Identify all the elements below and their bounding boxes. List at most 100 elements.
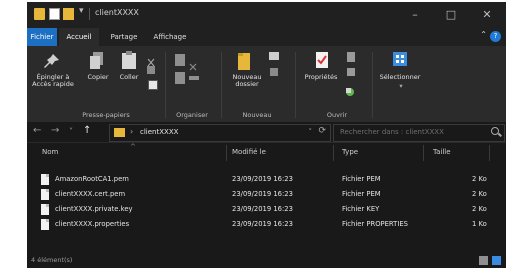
tab-home[interactable]: Accueil (59, 28, 99, 48)
tab-share[interactable]: Partage (103, 28, 145, 46)
group-separator (295, 52, 296, 118)
breadcrumb-current[interactable]: clientXXXX (140, 128, 178, 136)
pin-quick-access-button[interactable]: Épingler à Accès rapide (29, 74, 77, 88)
item-count: 4 élément(s) (31, 256, 73, 264)
explorer-window: ▾ clientXXXX – □ ✕ Fichier Accueil Parta… (27, 2, 506, 268)
easy-access-icon[interactable] (270, 68, 278, 76)
file-size: 1 Ko (472, 220, 487, 228)
column-header-type[interactable]: Type (342, 148, 358, 156)
paste-shortcut-icon[interactable] (148, 80, 158, 90)
customize-quick-access-icon[interactable]: ▾ (79, 6, 84, 16)
properties-icon (314, 51, 330, 71)
recent-locations-icon[interactable]: ˅ (69, 127, 73, 136)
rename-icon[interactable] (189, 76, 199, 80)
group-separator (221, 52, 222, 118)
new-item-icon[interactable] (269, 52, 279, 60)
group-separator (165, 52, 166, 118)
collapse-ribbon-icon[interactable]: ⌃ (480, 30, 487, 39)
new-folder-quick-icon[interactable] (63, 8, 74, 20)
new-folder-button[interactable]: Nouveau dossier (227, 74, 267, 88)
pin-label-line2: Accès rapide (32, 80, 74, 88)
tab-file[interactable]: Fichier (27, 28, 57, 46)
properties-quick-icon[interactable] (49, 8, 60, 20)
search-box[interactable]: Rechercher dans : clientXXXX (333, 124, 505, 142)
delete-icon[interactable] (189, 56, 197, 71)
file-size: 2 Ko (472, 205, 487, 213)
large-icons-view-icon[interactable] (492, 256, 501, 265)
file-name[interactable]: clientXXXX.private.key (55, 205, 133, 213)
column-separator[interactable] (333, 145, 334, 161)
folder-icon (114, 128, 125, 137)
maximize-button[interactable]: □ (433, 4, 469, 26)
file-modified: 23/09/2019 16:23 (232, 220, 293, 228)
open-icon[interactable] (347, 52, 355, 62)
minimize-button[interactable]: – (397, 4, 433, 26)
file-icon (41, 189, 49, 200)
help-icon[interactable]: ? (490, 31, 501, 42)
copy-button[interactable]: Copier (83, 74, 113, 81)
group-organize-label: Organiser (176, 111, 208, 119)
file-size: 2 Ko (472, 175, 487, 183)
cut-icon[interactable] (147, 52, 155, 67)
details-view-icon[interactable] (479, 256, 488, 265)
file-modified: 23/09/2019 16:23 (232, 175, 293, 183)
edit-icon[interactable] (347, 68, 355, 76)
column-header-size[interactable]: Taille (433, 148, 451, 156)
column-header-name[interactable]: Nom (42, 148, 58, 156)
group-clipboard-label: Presse-papiers (82, 111, 130, 119)
window-title: clientXXXX (95, 8, 139, 17)
folder-icon (34, 8, 45, 20)
paste-button[interactable]: Coller (115, 74, 143, 81)
ribbon-tabs: Fichier Accueil Partage Affichage ⌃ ? (27, 28, 506, 48)
properties-button[interactable]: Propriétés (299, 74, 343, 81)
file-row[interactable]: clientXXXX.properties 23/09/2019 16:23 F… (27, 218, 506, 232)
column-separator[interactable] (423, 145, 424, 161)
address-bar[interactable]: › clientXXXX ˅ ⟳ (109, 124, 331, 142)
navigation-bar: ← → ˅ ↑ › clientXXXX ˅ ⟳ Rechercher dans… (27, 122, 506, 143)
file-name[interactable]: clientXXXX.cert.pem (55, 190, 125, 198)
file-icon (41, 219, 49, 230)
column-separator[interactable] (226, 145, 227, 161)
forward-arrow-icon[interactable]: → (51, 125, 59, 136)
new-folder-label-line2: dossier (235, 80, 259, 88)
file-modified: 23/09/2019 16:23 (232, 190, 293, 198)
close-button[interactable]: ✕ (469, 4, 505, 26)
file-modified: 23/09/2019 16:23 (232, 205, 293, 213)
search-icon[interactable] (491, 127, 499, 135)
column-header-modified[interactable]: Modifié le (232, 148, 266, 156)
title-bar: ▾ clientXXXX – □ ✕ (27, 2, 506, 28)
back-arrow-icon[interactable]: ← (33, 125, 41, 136)
refresh-icon[interactable]: ⟳ (318, 126, 326, 136)
move-to-icon[interactable] (175, 54, 185, 66)
group-open-label: Ouvrir (326, 111, 348, 119)
sort-caret-icon: ^ (130, 143, 136, 151)
file-row[interactable]: clientXXXX.cert.pem 23/09/2019 16:23 Fic… (27, 188, 506, 202)
file-type: Fichier KEY (342, 205, 380, 213)
search-input[interactable]: Rechercher dans : clientXXXX (340, 128, 444, 136)
breadcrumb-chevron-icon[interactable]: › (130, 127, 133, 136)
ribbon-home: Épingler à Accès rapide Copier Coller Pr… (27, 46, 506, 122)
file-type: Fichier PEM (342, 190, 381, 198)
file-row[interactable]: AmazonRootCA1.pem 23/09/2019 16:23 Fichi… (27, 173, 506, 187)
select-icon (393, 51, 407, 66)
up-arrow-icon[interactable]: ↑ (83, 125, 91, 136)
select-button[interactable]: Sélectionner (373, 74, 427, 81)
status-bar: 4 élément(s) (27, 254, 506, 268)
pin-icon (43, 52, 61, 70)
address-history-dropdown-icon[interactable]: ˅ (309, 128, 313, 136)
paste-icon (121, 50, 137, 70)
file-name[interactable]: clientXXXX.properties (55, 220, 129, 228)
copy-path-icon[interactable] (147, 66, 155, 74)
copy-to-icon[interactable] (175, 72, 185, 84)
file-name[interactable]: AmazonRootCA1.pem (55, 175, 129, 183)
file-type: Fichier PEM (342, 175, 381, 183)
file-icon (41, 204, 49, 215)
group-separator (372, 52, 373, 118)
file-icon (41, 174, 49, 185)
select-dropdown-icon[interactable]: ▾ (397, 83, 405, 90)
history-icon[interactable] (345, 82, 355, 96)
column-separator[interactable] (489, 145, 490, 161)
file-row[interactable]: clientXXXX.private.key 23/09/2019 16:23 … (27, 203, 506, 217)
tab-view[interactable]: Affichage (147, 28, 193, 46)
file-type: Fichier PROPERTIES (342, 220, 408, 228)
